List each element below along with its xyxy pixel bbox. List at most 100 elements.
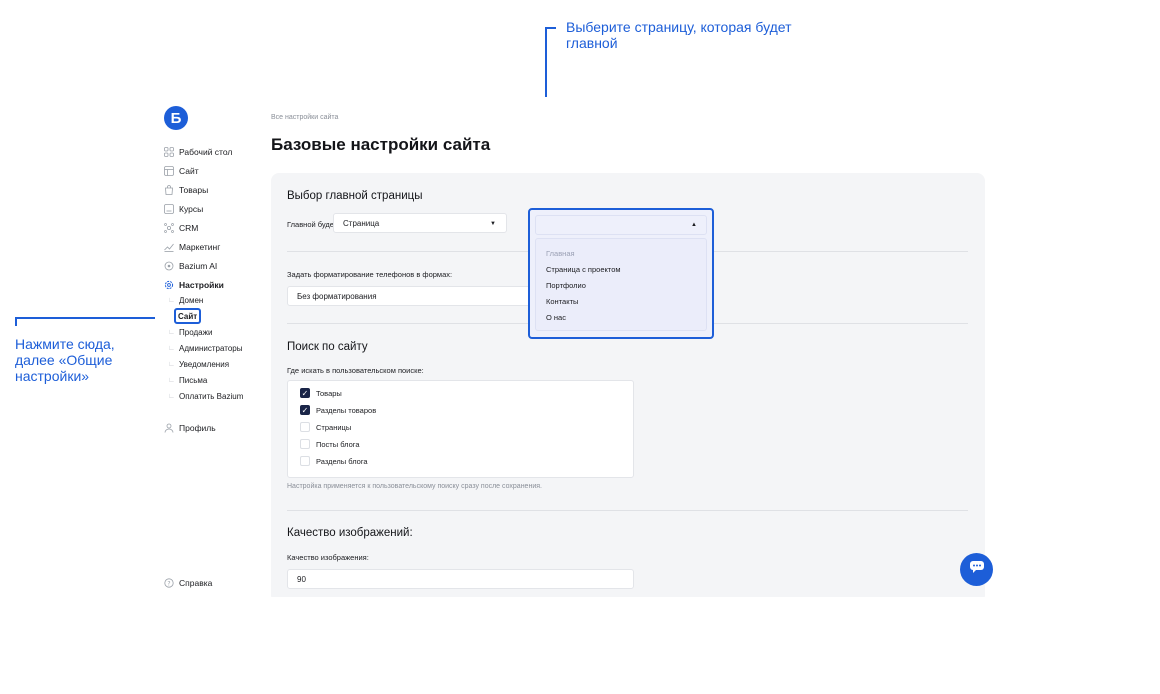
dropdown-option[interactable]: Страница с проектом xyxy=(546,265,621,274)
sidebar-item-label: CRM xyxy=(179,223,199,233)
sidebar-item-profile[interactable]: Профиль xyxy=(164,421,216,435)
image-quality-section-title: Качество изображений: xyxy=(287,527,413,539)
sidebar-item-label: Профиль xyxy=(179,423,216,433)
sidebar-item-crm[interactable]: CRM xyxy=(164,221,198,235)
sidebar-item-label: Маркетинг xyxy=(179,242,221,252)
logo[interactable]: Б xyxy=(164,106,188,130)
svg-text:?: ? xyxy=(167,580,170,587)
sidebar-item-label: Курсы xyxy=(179,204,204,214)
main-page-dropdown-toggle[interactable]: ▲ xyxy=(535,215,707,235)
image-quality-label: Качество изображения: xyxy=(287,553,369,562)
chat-button[interactable] xyxy=(960,553,993,586)
dropdown-option[interactable]: Портфолио xyxy=(546,281,586,290)
sidebar-item-label: Справка xyxy=(179,578,213,588)
sidebar-subitem-label: Письма xyxy=(179,375,208,385)
tree-branch-icon: ∟ xyxy=(168,376,175,384)
dashboard-icon xyxy=(164,147,174,157)
phone-format-label: Задать форматирование телефонов в формах… xyxy=(287,270,453,279)
image-quality-value: 90 xyxy=(297,574,306,584)
courses-icon xyxy=(164,204,174,214)
checkbox-checked-icon[interactable]: ✓ xyxy=(300,388,310,398)
bag-icon xyxy=(164,185,174,195)
main-page-type-value: Страница xyxy=(343,218,380,228)
user-icon xyxy=(164,423,174,433)
page-title: Базовые настройки сайта xyxy=(271,135,491,154)
sidebar-item-ai[interactable]: Bazium AI xyxy=(164,259,217,273)
search-option-label: Товары xyxy=(316,388,342,398)
ai-icon xyxy=(164,261,174,271)
dropdown-option[interactable]: Главная xyxy=(546,249,575,258)
search-option-products[interactable]: ✓ Товары xyxy=(300,386,342,400)
sidebar-subitem-admins[interactable]: ∟ Администраторы xyxy=(168,342,242,354)
sidebar-item-settings[interactable]: Настройки xyxy=(164,278,224,292)
sidebar-item-label: Сайт xyxy=(179,166,199,176)
sidebar-subitem-label: Администраторы xyxy=(179,343,243,353)
sidebar-subitem-letters[interactable]: ∟ Письма xyxy=(168,374,207,386)
divider xyxy=(287,510,968,511)
help-icon: ? xyxy=(164,578,174,588)
sidebar-subitem-pay[interactable]: ∟ Оплатить Bazium xyxy=(168,390,243,402)
breadcrumb[interactable]: Все настройки сайта xyxy=(271,114,338,121)
sidebar-subitem-domain[interactable]: ∟ Домен xyxy=(168,294,203,306)
sidebar-subitem-label: Сайт xyxy=(178,311,198,321)
caret-up-icon: ▲ xyxy=(691,222,697,228)
sidebar-subitem-label: Домен xyxy=(179,295,204,305)
dropdown-option[interactable]: О нас xyxy=(546,313,566,322)
search-option-label: Разделы товаров xyxy=(316,405,377,415)
sidebar-subitem-sales[interactable]: ∟ Продажи xyxy=(168,326,212,338)
search-option-product-sections[interactable]: ✓ Разделы товаров xyxy=(300,403,376,417)
sidebar: Б Рабочий стол Сайт Товары Курсы CRM Мар… xyxy=(155,97,271,597)
tree-branch-icon: ∟ xyxy=(168,392,175,400)
search-section-title: Поиск по сайту xyxy=(287,341,368,353)
caret-down-icon: ▼ xyxy=(490,221,496,227)
search-option-label: Страницы xyxy=(316,422,352,432)
tree-branch-icon: ∟ xyxy=(168,328,175,336)
app-window: Б Рабочий стол Сайт Товары Курсы CRM Мар… xyxy=(155,97,1005,597)
crm-icon xyxy=(164,223,174,233)
main-page-dropdown-list: Главная Страница с проектом Портфолио Ко… xyxy=(535,238,707,331)
left-annotation-text: Нажмите сюда, далее «Общие настройки» xyxy=(15,336,115,384)
sidebar-item-products[interactable]: Товары xyxy=(164,183,208,197)
main-page-label: Главной будет xyxy=(287,220,338,229)
sidebar-subitem-label: Оплатить Bazium xyxy=(179,391,244,401)
marketing-icon xyxy=(164,242,174,252)
sidebar-item-site[interactable]: Сайт xyxy=(164,164,199,178)
image-quality-input[interactable]: 90 xyxy=(287,569,634,589)
search-option-blog-posts[interactable]: Посты блога xyxy=(300,437,360,451)
dropdown-option[interactable]: Контакты xyxy=(546,297,578,306)
checkbox-unchecked-icon[interactable] xyxy=(300,439,310,449)
tree-branch-icon: ∟ xyxy=(168,296,175,304)
main-page-section-title: Выбор главной страницы xyxy=(287,190,423,202)
sidebar-subitem-label: Уведомления xyxy=(179,359,230,369)
main-page-type-select[interactable]: Страница ▼ xyxy=(333,213,507,233)
chat-icon xyxy=(969,560,985,579)
checkbox-unchecked-icon[interactable] xyxy=(300,456,310,466)
search-option-pages[interactable]: Страницы xyxy=(300,420,351,434)
search-option-label: Посты блога xyxy=(316,439,360,449)
search-option-label: Разделы блога xyxy=(316,456,368,466)
search-hint: Настройка применяется к пользовательском… xyxy=(287,483,542,490)
sidebar-item-label: Bazium AI xyxy=(179,261,218,271)
sidebar-item-label: Настройки xyxy=(179,280,224,290)
sidebar-item-marketing[interactable]: Маркетинг xyxy=(164,240,220,254)
search-options-box: ✓ Товары ✓ Разделы товаров Страницы Пост… xyxy=(287,380,634,478)
main-page-dropdown: ▲ Главная Страница с проектом Портфолио … xyxy=(528,208,714,339)
phone-format-value: Без форматирования xyxy=(297,291,377,301)
sidebar-subitem-notifications[interactable]: ∟ Уведомления xyxy=(168,358,229,370)
search-option-blog-sections[interactable]: Разделы блога xyxy=(300,454,368,468)
tree-branch-icon: ∟ xyxy=(168,360,175,368)
sidebar-item-help[interactable]: ? Справка xyxy=(164,576,212,590)
checkbox-checked-icon[interactable]: ✓ xyxy=(300,405,310,415)
sidebar-subitem-label: Продажи xyxy=(179,327,213,337)
search-label: Где искать в пользовательском поиске: xyxy=(287,366,424,375)
left-annotation-line xyxy=(15,317,175,319)
sidebar-item-dashboard[interactable]: Рабочий стол xyxy=(164,145,232,159)
tree-branch-icon: ∟ xyxy=(168,344,175,352)
site-icon xyxy=(164,166,174,176)
gear-icon xyxy=(164,280,174,290)
sidebar-subitem-site[interactable]: Сайт xyxy=(174,308,202,324)
sidebar-item-courses[interactable]: Курсы xyxy=(164,202,203,216)
checkbox-unchecked-icon[interactable] xyxy=(300,422,310,432)
phone-format-select[interactable]: Без форматирования xyxy=(287,286,537,306)
top-annotation-text: Выберите страницу, которая будет главной xyxy=(566,19,792,51)
